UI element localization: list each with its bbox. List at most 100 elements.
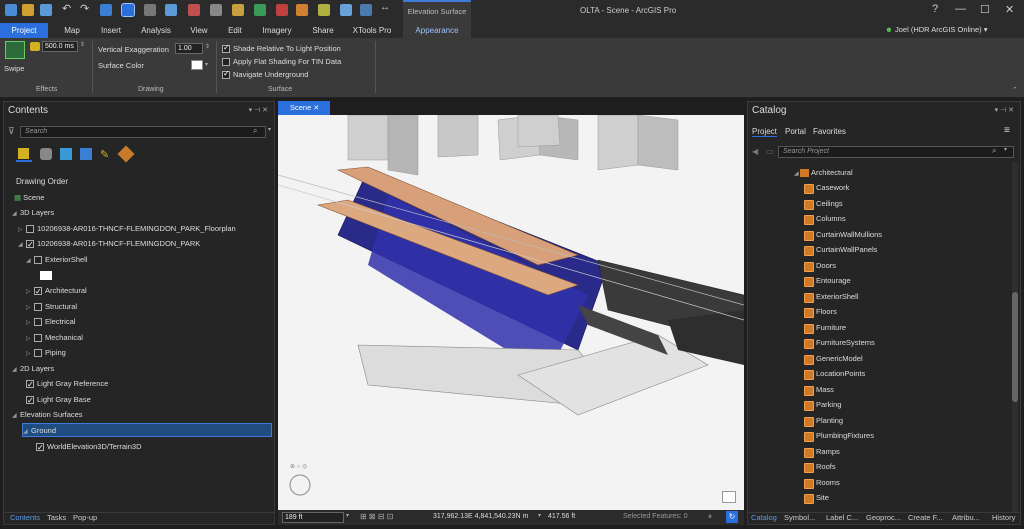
tab-create-features[interactable]: Create F... (908, 513, 943, 522)
catalog-item[interactable]: Ramps (804, 445, 840, 459)
catalog-item[interactable]: Entourage (804, 274, 851, 288)
tab-label-class[interactable]: Label C... (826, 513, 858, 522)
surface-color-swatch[interactable] (191, 60, 203, 70)
maximize-icon[interactable]: ☐ (980, 3, 990, 16)
tree-exteriorshell[interactable]: ◢ ExteriorShell (26, 253, 88, 267)
chevron-down-icon[interactable]: ▾ (1004, 146, 1007, 153)
refresh-icon[interactable]: ↻ (726, 511, 738, 523)
spin-icon[interactable]: ⇕ (80, 41, 85, 48)
catalog-item[interactable]: Roofs (804, 460, 836, 474)
tree-electrical[interactable]: ▷ Electrical (26, 315, 75, 329)
tree-structural[interactable]: ▷ Structural (26, 300, 77, 314)
catalog-item[interactable]: CurtainWallMullions (804, 228, 882, 242)
tab-project[interactable]: Project (0, 23, 48, 38)
tab-share[interactable]: Share (305, 23, 341, 38)
contents-search-input[interactable]: Search (20, 126, 266, 138)
select-icon[interactable] (121, 3, 135, 17)
tree-3d-layers[interactable]: ◢ 3D Layers (12, 206, 54, 220)
tree-mechanical[interactable]: ▷ Mechanical (26, 331, 83, 345)
list-by-selection-icon[interactable] (60, 148, 72, 160)
back-icon[interactable]: ◀ (752, 147, 758, 156)
pane-options-icon[interactable]: ▾ ⊣ ✕ (249, 106, 268, 114)
shade-relative-checkbox[interactable]: Shade Relative To Light Position (222, 43, 341, 54)
list-by-snapping-icon[interactable]: ✎ (100, 148, 109, 161)
catalog-item[interactable]: GenericModel (804, 352, 863, 366)
search-icon[interactable]: ⌕ (253, 126, 257, 136)
flicker-icon[interactable] (30, 42, 40, 51)
layer-icon[interactable] (276, 4, 288, 16)
customize-icon[interactable]: ↔ (380, 2, 392, 14)
catalog-item[interactable]: ExteriorShell (804, 290, 859, 304)
catalog-item[interactable]: PlumbingFixtures (804, 429, 874, 443)
redo-icon[interactable]: ↷ (80, 2, 92, 15)
tree-elevation-surfaces[interactable]: ◢ Elevation Surfaces (12, 408, 83, 422)
navigator-controls-icon[interactable]: ⊕ ○ ◎ (290, 463, 307, 470)
tab-view[interactable]: View (183, 23, 215, 38)
user-account[interactable]: ☻ Joel (HDR ArcGIS Online) ▾ (885, 25, 988, 34)
tab-analysis[interactable]: Analysis (137, 23, 175, 38)
catalog-item[interactable]: Planting (803, 414, 843, 428)
tree-light-gray-reference[interactable]: Light Gray Reference (26, 377, 108, 392)
catalog-icon[interactable] (210, 4, 222, 16)
tab-xtools-pro[interactable]: XTools Pro (346, 23, 398, 38)
catalog-item[interactable]: Furniture (803, 321, 846, 335)
pause-icon[interactable]: ⏸ (708, 512, 712, 522)
list-by-drawing-order-icon[interactable] (16, 146, 32, 162)
new-project-icon[interactable] (5, 4, 17, 16)
tab-map[interactable]: Map (56, 23, 88, 38)
tree-piping[interactable]: ▷ Piping (26, 346, 66, 360)
tab-catalog[interactable]: Catalog (751, 513, 777, 522)
catalog-item[interactable]: Doors (803, 259, 836, 273)
navigate-icon[interactable] (100, 4, 112, 16)
pane-options-icon[interactable]: ▾ ⊣ ✕ (995, 106, 1014, 114)
toolbar-icons[interactable]: ⊞ ⊠ ⊟ ⊡ (360, 512, 393, 521)
tree-terrain[interactable]: WorldElevation3D/Terrain3D (36, 440, 142, 455)
sketch-icon[interactable] (360, 4, 372, 16)
selected-features[interactable]: Selected Features: 0 (623, 513, 688, 520)
tree-2d-layers[interactable]: ◢ 2D Layers (12, 362, 54, 376)
chevron-down-icon[interactable]: ▾ (205, 61, 208, 68)
tree-park-layer[interactable]: ◢10206938-AR016-THNCF-FLEMINGDON_PARK (18, 237, 200, 252)
navigate-underground-checkbox[interactable]: Navigate Underground (222, 69, 308, 80)
catalog-folder-architectural[interactable]: ◢ Architectural (794, 168, 853, 178)
chevron-down-icon[interactable]: ▾ (346, 512, 349, 519)
table-icon[interactable] (340, 4, 352, 16)
map-icon[interactable] (254, 4, 266, 16)
clear-icon[interactable] (144, 4, 156, 16)
catalog-item[interactable]: Ceilings (804, 197, 843, 211)
flat-shading-checkbox[interactable]: Apply Flat Shading For TIN Data (222, 57, 341, 67)
undo-icon[interactable]: ↶ (62, 2, 74, 15)
folder-nav-icon[interactable]: ▭ (766, 147, 774, 156)
list-by-labeling-icon[interactable] (117, 145, 135, 163)
locate-icon[interactable] (188, 4, 200, 16)
catalog-item[interactable]: Parking (803, 398, 841, 412)
scrollbar[interactable] (1012, 162, 1018, 512)
catalog-item[interactable]: Columns (804, 212, 846, 226)
tab-tasks[interactable]: Tasks (47, 513, 66, 522)
catalog-item[interactable]: Mass (804, 383, 834, 397)
tree-ground[interactable]: ◢ Ground (22, 423, 272, 437)
catalog-item[interactable]: Site (804, 491, 829, 505)
catalog-item[interactable]: CurtainWallPanels (803, 243, 877, 257)
catalog-tab-project[interactable]: Project (752, 127, 777, 137)
tab-attributes[interactable]: Attribu... (952, 513, 980, 522)
catalog-search-input[interactable]: Search Project (778, 146, 1014, 158)
legend-icon[interactable] (722, 491, 736, 503)
catalog-item[interactable]: Floors (804, 305, 837, 319)
open-folder-icon[interactable] (22, 4, 34, 16)
list-by-editing-icon[interactable] (80, 148, 92, 160)
tab-imagery[interactable]: Imagery (256, 23, 298, 38)
scale-input[interactable]: 189 ft (282, 512, 344, 523)
tab-appearance[interactable]: Appearance (403, 23, 471, 38)
tab-popup[interactable]: Pop-up (73, 513, 97, 522)
catalog-item[interactable]: Rooms (804, 476, 840, 490)
tree-scene[interactable]: ▦ Scene (14, 191, 44, 205)
flicker-rate-input[interactable]: 500.0 ms (42, 41, 78, 52)
tree-floorplan-layer[interactable]: ▷ 10206938-AR016-THNCF-FLEMINGDON_PARK_Fl… (18, 222, 236, 236)
tab-contents[interactable]: Contents (10, 513, 40, 522)
tab-edit[interactable]: Edit (220, 23, 250, 38)
catalog-item[interactable]: LocationPoints (803, 367, 865, 381)
chevron-down-icon[interactable]: ▾ (268, 126, 271, 133)
catalog-item[interactable]: Casework (803, 181, 849, 195)
collapse-ribbon-icon[interactable]: ⌃ (1012, 86, 1018, 94)
